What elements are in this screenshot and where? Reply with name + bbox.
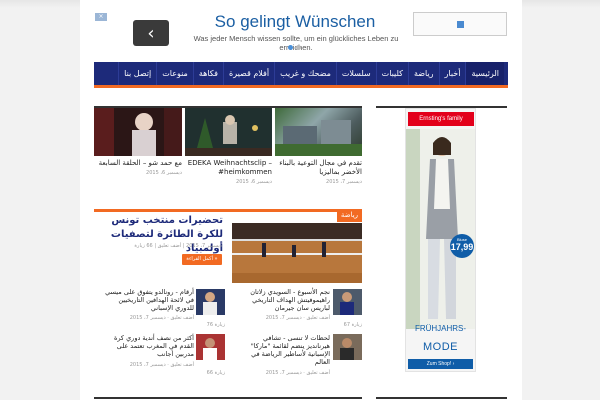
post-thumbnail[interactable] <box>275 108 362 156</box>
section-divider <box>94 106 362 108</box>
ad-pagination[interactable] <box>288 45 301 50</box>
price-tag: Bluse 17,99 <box>450 234 474 258</box>
section-divider <box>94 397 362 399</box>
post-title[interactable]: أكثر من نصف أندية دوري كرة القدم في المغ… <box>98 334 194 358</box>
featured-meta: ديسمبر 7، 2015 | أضف تعليق | 66 زيارة <box>134 243 222 249</box>
volleyball-court-image <box>232 223 362 283</box>
post-meta: أضف تعليق · ديسمبر 7، 2015 <box>265 370 330 376</box>
sidebar-divider <box>376 397 507 399</box>
post-title[interactable]: لحظات لا تنسى - تشافي هيرنانديز ينضم لقا… <box>243 334 330 366</box>
nav-item-contact[interactable]: إتصل بنا <box>118 62 156 85</box>
featured-thumbnail[interactable] <box>232 223 362 283</box>
post-comments[interactable]: أضف تعليق <box>170 315 194 321</box>
post-date: ديسمبر 7، 2015 <box>326 179 362 185</box>
player-image <box>196 289 225 315</box>
sidebar-ad[interactable]: Ernsting's family Bluse 17,99 FRÜHJAHRS- … <box>405 108 476 372</box>
nav-item-short-films[interactable]: أفلام قصيرة <box>223 62 274 85</box>
model-image <box>406 129 475 329</box>
post-thumbnail[interactable] <box>333 334 362 360</box>
post-comments[interactable]: أضف تعليق <box>306 315 330 321</box>
post-views: 76 زيارة <box>206 322 225 328</box>
ad-line-1: FRÜHJAHRS- <box>414 324 467 333</box>
post-date: ديسمبر 6، 2015 <box>146 170 182 176</box>
post-title[interactable]: مع حمد شو – الحلقة السابعة <box>94 159 182 168</box>
featured-views: 66 زيارة <box>134 243 153 249</box>
nav-item-series[interactable]: سلسلات <box>335 62 376 85</box>
post-title[interactable]: EDEKA Weihnachtsclip – #heimkommen <box>185 159 272 177</box>
nav-item-funny[interactable]: مضحك و غريب <box>274 62 336 85</box>
post-comments[interactable]: أضف تعليق <box>170 362 194 368</box>
post-title[interactable]: نجم الأسبوع - السويدي زلاتان راهيموفيتش … <box>250 288 330 312</box>
talk-show-image <box>94 108 182 156</box>
post-thumbnail[interactable] <box>94 108 182 156</box>
nav-item-news[interactable]: أخبار <box>438 62 466 85</box>
section-header-bar <box>94 209 362 212</box>
read-more-button[interactable]: أكمل القراءة » <box>182 254 222 265</box>
nav-item-home[interactable]: الرئيسية <box>465 62 504 85</box>
main-nav: الرئيسية أخبار رياضة كليبات سلسلات مضحك … <box>94 62 508 88</box>
shop-button[interactable]: Zum Shop! › <box>408 359 473 369</box>
post-meta: أضف تعليق · ديسمبر 7، 2015 <box>265 315 330 321</box>
category-badge[interactable]: رياضة <box>337 209 362 222</box>
post-thumbnail[interactable] <box>196 334 225 360</box>
post-title[interactable]: تقدم في مجال التوعية بالبناء الأخضر بمال… <box>275 159 362 177</box>
featured-date: ديسمبر 7، 2015 <box>186 243 222 249</box>
post-title[interactable]: أرقام - رونالدو يتفوق على ميسي في لائحة … <box>98 288 194 312</box>
ad-info-box[interactable] <box>413 12 507 36</box>
nav-item-humor[interactable]: فكاهة <box>192 62 223 85</box>
post-views: 67 زيارة <box>343 322 362 328</box>
featured-title[interactable]: تحضيرات منتخب تونس للكرة الطائرة لتصفيات… <box>98 214 223 256</box>
price-value: 17,99 <box>450 242 474 252</box>
post-thumbnail[interactable] <box>196 289 225 315</box>
nav-item-clips[interactable]: كليبات <box>375 62 408 85</box>
player-image <box>196 334 225 360</box>
nav-item-misc[interactable]: منوعات <box>156 62 193 85</box>
post-meta: أضف تعليق · ديسمبر 7، 2015 <box>129 315 194 321</box>
ad-dot[interactable] <box>296 45 301 50</box>
green-building-image <box>275 120 362 156</box>
ad-line-2: MODE <box>423 341 458 353</box>
ad-dot[interactable] <box>288 45 293 50</box>
post-comments[interactable]: أضف تعليق <box>306 370 330 376</box>
post-thumbnail[interactable] <box>185 108 272 156</box>
post-meta: أضف تعليق · ديسمبر 7، 2015 <box>129 362 194 368</box>
christmas-scene-image <box>185 108 272 156</box>
featured-comments[interactable]: أضف تعليق <box>158 243 182 249</box>
post-date: ديسمبر 6، 2015 <box>236 179 272 185</box>
ad-back-button[interactable]: ‹ <box>133 20 169 46</box>
ad-headline[interactable]: So gelingt Wünschen <box>180 12 410 32</box>
player-image <box>333 334 362 360</box>
post-views: 66 زيارة <box>206 370 225 376</box>
post-date: ديسمبر 7، 2015 <box>265 370 302 376</box>
ad-choices-icon[interactable]: × <box>95 13 107 21</box>
post-thumbnail[interactable] <box>333 289 362 315</box>
ad-info-icon <box>456 20 464 28</box>
post-date: ديسمبر 7، 2015 <box>265 315 302 321</box>
post-date: ديسمبر 7، 2015 <box>129 362 166 368</box>
player-image <box>333 289 362 315</box>
brand-logo[interactable]: Ernsting's family <box>408 112 474 126</box>
nav-item-sport[interactable]: رياضة <box>407 62 439 85</box>
post-date: ديسمبر 7، 2015 <box>129 315 166 321</box>
